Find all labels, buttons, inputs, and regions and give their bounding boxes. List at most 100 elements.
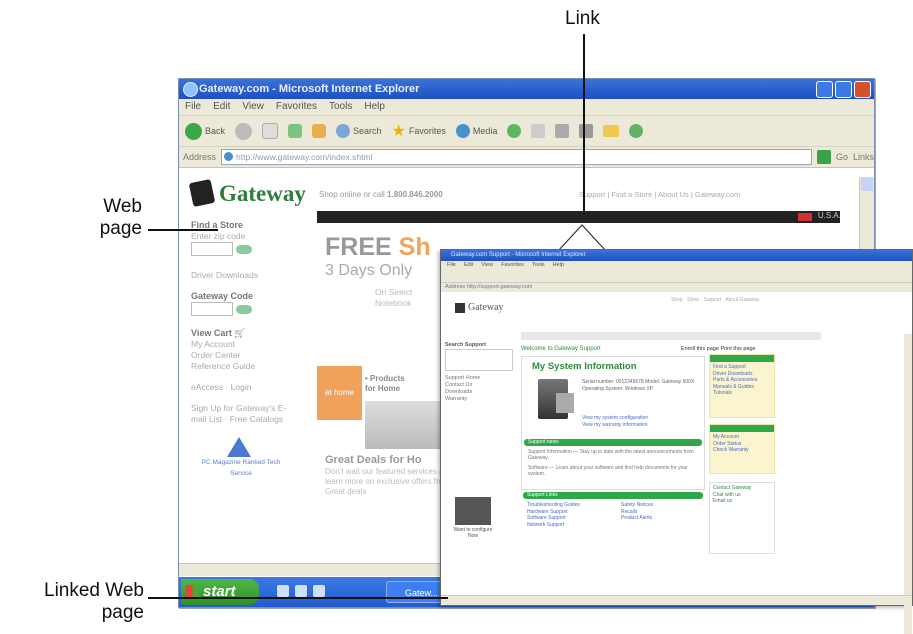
start-button[interactable]: start: [181, 579, 259, 605]
link-callout-label: Link: [565, 8, 600, 29]
scroll-up-button[interactable]: [861, 177, 873, 191]
folder-button[interactable]: [603, 125, 620, 137]
linked-menu-help[interactable]: Help: [553, 261, 564, 270]
linked-top-links[interactable]: Shop · Store · Support · About Gateway: [671, 297, 759, 303]
menu-edit[interactable]: Edit: [213, 99, 230, 115]
quicklaunch-ie-icon[interactable]: [277, 585, 289, 597]
messenger-button[interactable]: [629, 124, 644, 138]
links-label[interactable]: Links: [853, 152, 874, 162]
support-link[interactable]: Safety Notices: [621, 502, 653, 509]
side-downloads[interactable]: Downloads: [445, 389, 513, 396]
menu-view[interactable]: View: [242, 99, 264, 115]
go-label[interactable]: Go: [836, 152, 848, 162]
taskbar-ie-task[interactable]: Gatew...: [386, 581, 442, 603]
menu-help[interactable]: Help: [364, 99, 385, 115]
right-box-1-header: [710, 355, 774, 362]
quicklaunch-mail-icon[interactable]: [313, 585, 325, 597]
warranty-link[interactable]: View my warranty information: [582, 422, 648, 428]
linked-side-caption[interactable]: Want to configure Now: [451, 527, 495, 539]
support-news-body2[interactable]: Software — Learn about your software and…: [528, 465, 698, 477]
support-link[interactable]: Network Support: [527, 522, 580, 529]
my-account-link[interactable]: My Account: [191, 339, 311, 350]
right-box-link[interactable]: Tutorials: [713, 390, 771, 397]
right-box-link[interactable]: Email us: [713, 498, 771, 505]
edit-button[interactable]: [579, 124, 594, 138]
top-links[interactable]: Support | Find a Store | About Us | Gate…: [579, 190, 740, 199]
support-links-col-a: Troubleshooting Guides Hardware Support …: [527, 502, 580, 528]
tagline: Shop online or call 1.800.846.2000: [319, 190, 443, 199]
linked-address-bar[interactable]: Address http://support.gateway.com: [441, 283, 912, 292]
history-button[interactable]: [507, 124, 522, 138]
linked-tab-strip[interactable]: [521, 332, 821, 340]
print-button[interactable]: [555, 124, 570, 138]
address-input[interactable]: http://www.gateway.com/index.shtml: [221, 149, 813, 165]
stop-button[interactable]: [262, 123, 279, 139]
side-warranty[interactable]: Warranty: [445, 396, 513, 403]
linked-gateway-logo[interactable]: Gateway: [455, 302, 504, 313]
address-label: Address: [183, 152, 217, 162]
view-cart-link[interactable]: View Cart 🛒: [191, 328, 311, 339]
right-box-2: My Account Order Status Check Warranty: [709, 424, 775, 474]
minimize-button[interactable]: [816, 81, 833, 98]
linked-menu-file[interactable]: File: [447, 261, 456, 270]
code-go-button[interactable]: [236, 304, 252, 314]
go-button[interactable]: [817, 150, 831, 164]
at-home-tile[interactable]: at home: [317, 366, 362, 420]
zip-go-button[interactable]: [236, 244, 252, 254]
print-icon: [555, 124, 570, 138]
media-button[interactable]: Media: [455, 124, 498, 138]
right-box-3: Contact Gateway Chat with us Email us: [709, 482, 775, 554]
login-link[interactable]: eAccess · Login: [191, 382, 311, 393]
favorites-button[interactable]: ★ Favorites: [392, 121, 446, 141]
system-config-link[interactable]: View my system configuration: [582, 415, 648, 421]
signup-link[interactable]: Sign Up for Gateway's E-mail List · Free…: [191, 403, 291, 425]
home-button[interactable]: [312, 124, 327, 138]
linked-menu-edit[interactable]: Edit: [464, 261, 473, 270]
order-center-link[interactable]: Order Center: [191, 350, 311, 361]
address-bar: Address http://www.gateway.com/index.sht…: [179, 147, 874, 168]
support-news-body1[interactable]: Support Information — Stay up to date wi…: [528, 449, 698, 461]
code-input[interactable]: [191, 302, 233, 316]
mail-button[interactable]: [531, 124, 546, 138]
media-label: Media: [472, 126, 498, 136]
linked-scrollbar[interactable]: [904, 334, 912, 634]
system-info-panel: My System Information Serial number: 001…: [521, 356, 705, 490]
side-support-home[interactable]: Support Home: [445, 375, 513, 382]
driver-downloads-link[interactable]: Driver Downloads: [191, 270, 311, 281]
reference-guide-link[interactable]: Reference Guide: [191, 361, 311, 372]
support-link[interactable]: Troubleshooting Guides: [527, 502, 580, 509]
right-box-link[interactable]: Check Warranty: [713, 447, 771, 454]
products-for-home[interactable]: • Products for Home: [365, 374, 405, 394]
stop-icon: [262, 123, 279, 139]
home-icon: [312, 124, 327, 138]
usa-flag-icon: [798, 213, 812, 221]
refresh-icon: [288, 124, 303, 138]
search-icon: [336, 124, 351, 138]
search-support-input[interactable]: [445, 349, 513, 371]
menu-file[interactable]: File: [185, 99, 201, 115]
menu-favorites[interactable]: Favorites: [276, 99, 317, 115]
gateway-logo[interactable]: Gateway: [188, 178, 306, 208]
quicklaunch-desktop-icon[interactable]: [295, 585, 307, 597]
gateway-code-heading: Gateway Code: [191, 291, 254, 301]
forward-button[interactable]: [235, 122, 253, 140]
system-info-text: Serial number: 0012345678 Model: Gateway…: [582, 379, 695, 392]
linked-menu-tools[interactable]: Tools: [532, 261, 545, 270]
refresh-button[interactable]: [288, 124, 303, 138]
mail-icon: [531, 124, 546, 138]
monitor-icon: [556, 393, 574, 413]
menu-tools[interactable]: Tools: [329, 99, 352, 115]
linked-menu-favorites[interactable]: Favorites: [501, 261, 524, 270]
favorites-label: Favorites: [408, 126, 446, 136]
linked-header-links[interactable]: Enroll this page Print this page: [681, 346, 756, 352]
zip-input[interactable]: [191, 242, 233, 256]
maximize-button[interactable]: [835, 81, 852, 98]
close-button[interactable]: [854, 81, 871, 98]
back-button[interactable]: Back: [185, 122, 225, 140]
side-contact-us[interactable]: Contact Us: [445, 382, 513, 389]
region-label[interactable]: U.S.A.: [818, 211, 841, 220]
linked-side-photo[interactable]: [455, 497, 491, 525]
support-link[interactable]: Product Alerts: [621, 515, 653, 522]
linked-menu-view[interactable]: View: [481, 261, 493, 270]
search-button[interactable]: Search: [336, 124, 382, 138]
